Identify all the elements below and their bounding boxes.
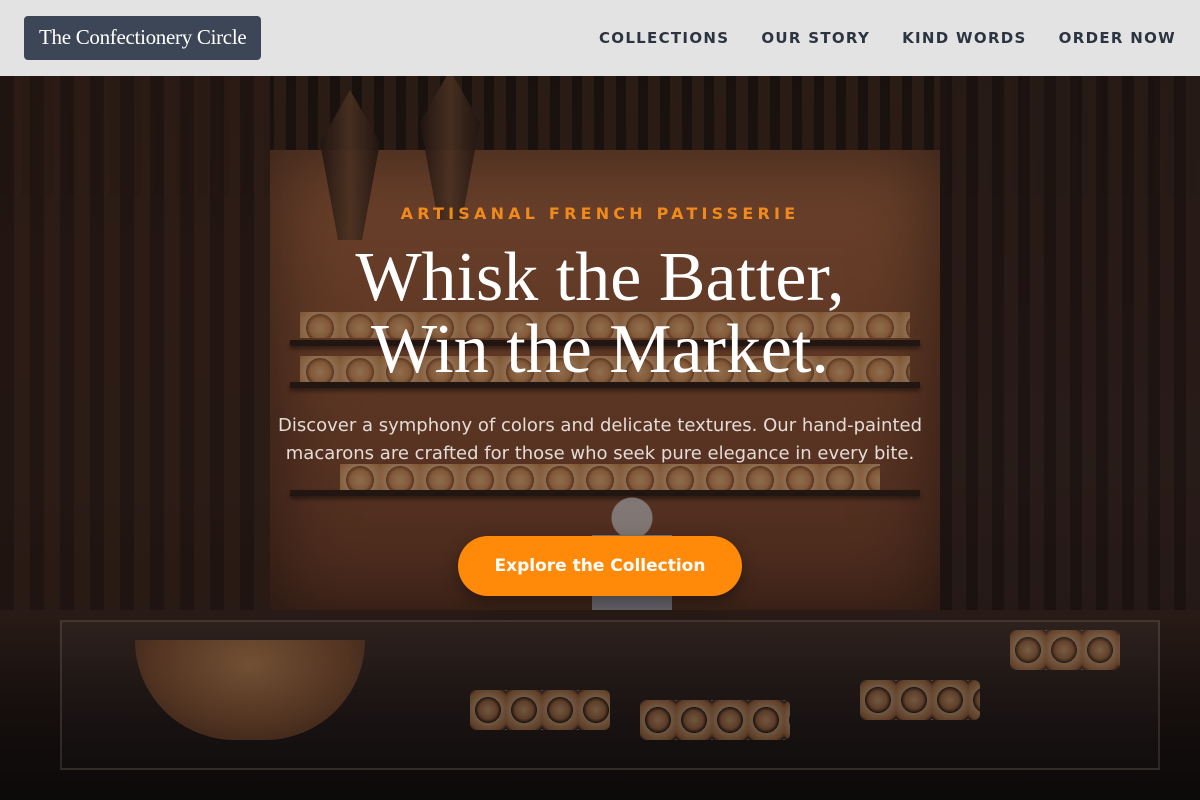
explore-collection-button[interactable]: Explore the Collection [458, 536, 742, 596]
hero-subtext: Discover a symphony of colors and delica… [277, 415, 923, 464]
headline-line-2: Win the Market. [371, 311, 829, 388]
hero-content: ARTISANAL FRENCH PATISSERIE Whisk the Ba… [0, 0, 1200, 800]
hero-headline: Whisk the Batter, Win the Market. [0, 242, 1200, 386]
hero-eyebrow: ARTISANAL FRENCH PATISSERIE [400, 204, 800, 223]
headline-line-1: Whisk the Batter, [355, 239, 845, 316]
